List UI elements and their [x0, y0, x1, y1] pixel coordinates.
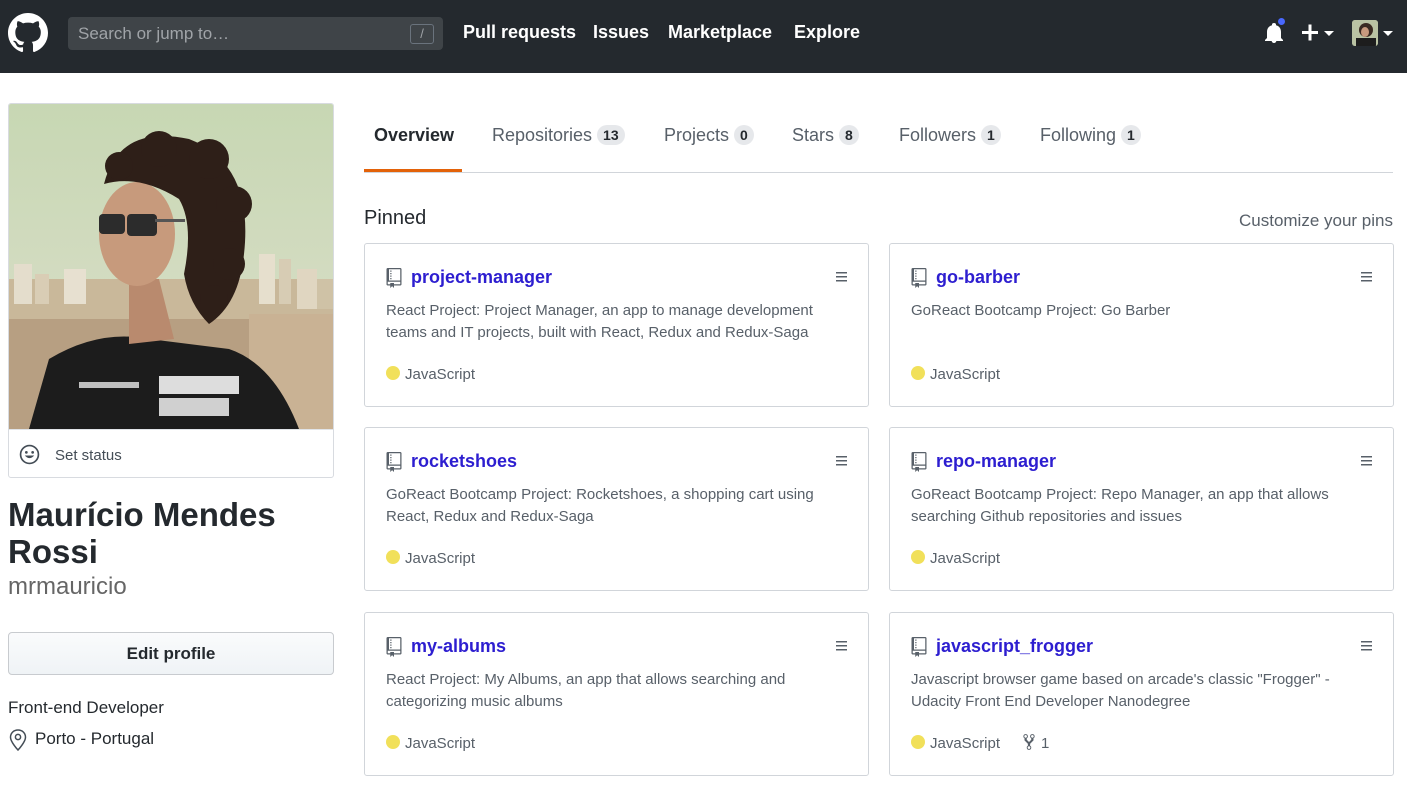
repo-fork-count[interactable]: 1	[1041, 735, 1049, 752]
repo-description: React Project: My Albums, an app that al…	[386, 671, 786, 710]
grip-icon[interactable]	[836, 456, 847, 466]
tab-counter: 0	[734, 125, 754, 145]
repo-language: JavaScript	[930, 550, 1001, 567]
language-color-dot	[911, 735, 925, 749]
repo-description: React Project: Project Manager, an app t…	[386, 302, 813, 341]
grip-icon[interactable]	[1361, 272, 1372, 282]
language-color-dot	[911, 366, 925, 380]
repo-language: JavaScript	[405, 366, 476, 383]
tab-following[interactable]: Following 1	[1040, 125, 1141, 146]
profile-full-name: Maurício Mendes Rossi	[8, 496, 276, 570]
profile-location: Porto - Portugal	[35, 729, 155, 748]
nav-issues[interactable]: Issues	[593, 22, 649, 43]
tab-stars[interactable]: Stars 8	[792, 125, 859, 146]
repo-description: Javascript browser game based on arcade'…	[911, 671, 1330, 710]
pinned-repo-card: project-manager React Project: Project M…	[364, 243, 869, 407]
pinned-repo-card: rocketshoes GoReact Bootcamp Project: Ro…	[364, 427, 869, 591]
repo-name-link[interactable]: my-albums	[411, 636, 506, 657]
pinned-repo-card: my-albums React Project: My Albums, an a…	[364, 612, 869, 776]
language-color-dot	[911, 550, 925, 564]
repo-description: GoReact Bootcamp Project: Go Barber	[911, 302, 1171, 319]
nav-marketplace[interactable]: Marketplace	[668, 22, 772, 43]
set-status-label: Set status	[55, 447, 122, 464]
profile-bio: Front-end Developer	[8, 698, 164, 717]
user-avatar-menu[interactable]	[1352, 20, 1378, 46]
selected-tab-underline	[364, 169, 462, 172]
repo-name-link[interactable]: rocketshoes	[411, 451, 517, 472]
tab-label: Stars	[792, 125, 835, 145]
tab-label: Following	[1040, 125, 1117, 145]
language-color-dot	[386, 550, 400, 564]
repo-language: JavaScript	[930, 735, 1001, 752]
tab-projects[interactable]: Projects 0	[664, 125, 754, 146]
pinned-repo-card: go-barber GoReact Bootcamp Project: Go B…	[889, 243, 1394, 407]
tab-counter: 8	[839, 125, 859, 145]
avatar-thumbnail	[1352, 20, 1378, 46]
nav-explore[interactable]: Explore	[794, 22, 860, 43]
tab-label: Followers	[899, 125, 977, 145]
grip-icon[interactable]	[836, 641, 847, 651]
repo-name-link[interactable]: project-manager	[411, 267, 552, 288]
repo-book-icon	[911, 637, 927, 657]
profile-username: mrmauricio	[8, 573, 127, 600]
pinned-heading: Pinned	[364, 207, 427, 229]
tab-label: Overview	[374, 125, 455, 145]
pinned-repo-card: javascript_frogger Javascript browser ga…	[889, 612, 1394, 776]
location-pin-icon	[9, 729, 27, 751]
repo-book-icon	[386, 268, 402, 288]
repo-book-icon	[386, 637, 402, 657]
repo-name-link[interactable]: go-barber	[936, 267, 1020, 288]
repo-language: JavaScript	[405, 550, 476, 567]
nav-pull-requests[interactable]: Pull requests	[463, 22, 576, 43]
top-header: / Pull requests Issues Marketplace Explo…	[0, 0, 1407, 73]
repo-language: JavaScript	[405, 735, 476, 752]
search-box[interactable]: /	[68, 17, 443, 50]
search-input[interactable]	[68, 17, 443, 50]
repo-book-icon	[911, 452, 927, 472]
tab-label: Projects	[664, 125, 730, 145]
notification-indicator	[1276, 16, 1287, 27]
language-color-dot	[386, 366, 400, 380]
repo-description: GoReact Bootcamp Project: Repo Manager, …	[911, 486, 1329, 525]
repo-book-icon	[911, 268, 927, 288]
tabs-divider	[364, 172, 1393, 173]
grip-icon[interactable]	[1361, 456, 1372, 466]
repo-description: GoReact Bootcamp Project: Rocketshoes, a…	[386, 486, 814, 525]
fork-icon[interactable]	[1022, 733, 1036, 751]
tab-label: Repositories	[492, 125, 593, 145]
repo-book-icon	[386, 452, 402, 472]
set-status-button[interactable]: Set status	[9, 429, 333, 477]
smiley-icon	[19, 444, 40, 465]
grip-icon[interactable]	[836, 272, 847, 282]
plus-icon[interactable]	[1300, 18, 1336, 48]
tab-counter: 1	[981, 125, 1001, 145]
edit-profile-button[interactable]: Edit profile	[8, 632, 334, 675]
tab-counter: 1	[1121, 125, 1141, 145]
tab-repositories[interactable]: Repositories 13	[492, 125, 625, 146]
tab-followers[interactable]: Followers 1	[899, 125, 1001, 146]
repo-name-link[interactable]: javascript_frogger	[936, 636, 1093, 657]
tab-overview[interactable]: Overview	[374, 125, 454, 146]
profile-photo	[9, 104, 333, 429]
pinned-repo-card: repo-manager GoReact Bootcamp Project: R…	[889, 427, 1394, 591]
language-color-dot	[386, 735, 400, 749]
profile-photo-card: Set status	[8, 103, 334, 478]
tab-counter: 13	[597, 125, 625, 145]
grip-icon[interactable]	[1361, 641, 1372, 651]
github-logo-icon[interactable]	[8, 13, 48, 53]
customize-pins-link[interactable]: Customize your pins	[1239, 211, 1393, 231]
repo-language: JavaScript	[930, 366, 1001, 383]
chevron-down-icon[interactable]	[1383, 31, 1393, 36]
repo-name-link[interactable]: repo-manager	[936, 451, 1056, 472]
search-shortcut-hint: /	[410, 24, 434, 44]
